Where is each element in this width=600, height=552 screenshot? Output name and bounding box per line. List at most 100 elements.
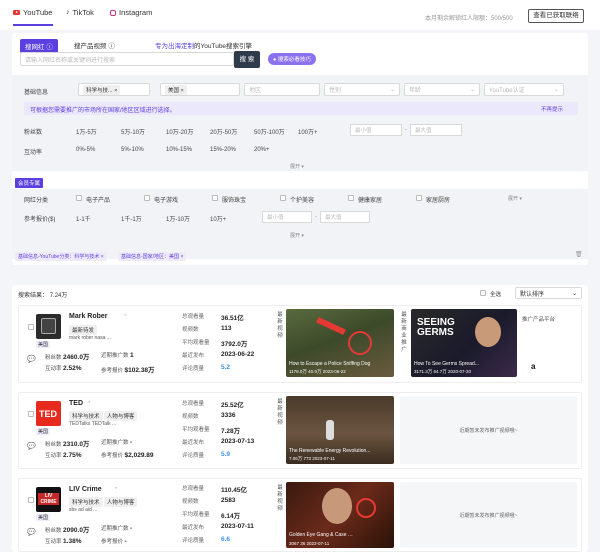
- influencer-category-label: 网红分类: [24, 198, 49, 204]
- dismiss-tip-button[interactable]: 不再提示: [541, 105, 563, 113]
- stat-label: 近期推广数: [101, 440, 129, 446]
- engagement-option[interactable]: 20%+: [254, 147, 270, 153]
- age-select[interactable]: 年龄 ⌄: [404, 83, 480, 96]
- fans-option[interactable]: 10万-20万: [166, 127, 193, 136]
- stat-label: 总观看量: [182, 314, 205, 320]
- video-meta: 3171.3万 64.7万 2020-07-20: [414, 369, 472, 374]
- tab-youtube[interactable]: YouTube: [13, 8, 52, 17]
- price-option[interactable]: 1-1千: [76, 214, 91, 223]
- sort-select[interactable]: 默认排序 ⌄: [515, 287, 582, 299]
- stat-label: 粉丝数: [45, 355, 62, 361]
- stat-label: 最近发布: [182, 440, 205, 446]
- channel-keywords: TEDTalks TEDTalk ...: [69, 421, 117, 427]
- fans-label: 粉丝数: [24, 130, 43, 136]
- active-filter-chip[interactable]: 基础信息-YouTube分类：科学与技术 ×: [15, 252, 107, 261]
- search-tips-pill[interactable]: ● 搜索必看技巧: [268, 53, 316, 65]
- country-flag: 美国: [36, 341, 51, 348]
- verified-icon: ◔: [87, 400, 91, 406]
- category-option[interactable]: 服饰珠宝: [222, 195, 246, 204]
- fans-option[interactable]: 50万-100万: [254, 127, 285, 136]
- region-select[interactable]: 地区: [244, 83, 320, 96]
- price-option[interactable]: 1万-10万: [166, 214, 190, 223]
- latest-video-thumbnail[interactable]: The Renewable Energy Revolution... 7.06万…: [286, 396, 394, 464]
- country-select[interactable]: 美国 ×: [160, 83, 240, 96]
- category-checkbox[interactable]: [212, 195, 218, 201]
- message-icon[interactable]: 💬: [27, 528, 36, 536]
- fans-min-input[interactable]: 最小值: [350, 124, 402, 136]
- stat-value: 2090.0万: [63, 527, 90, 534]
- promo-platform-label: 推广产品平台: [522, 317, 556, 323]
- stat-label: 评论质量: [182, 538, 205, 544]
- tab-search-product[interactable]: 搜产品视频 ⓘ: [74, 40, 115, 50]
- price-min-input[interactable]: 最小值: [262, 211, 312, 223]
- search-button[interactable]: 搜 索: [234, 51, 260, 68]
- channel-name[interactable]: LIV Crime: [69, 486, 102, 493]
- view-unlocked-button[interactable]: 查看已获取联络: [528, 9, 584, 23]
- speaker-shape: [326, 420, 334, 440]
- trash-icon[interactable]: 🗑: [575, 251, 583, 258]
- result-card[interactable]: Mark Rober ◔ 最新待发 mark rober nasa ... 美国…: [18, 305, 582, 383]
- youtube-cert-select[interactable]: YouTube认证 ⌄: [484, 83, 564, 96]
- latest-video-thumbnail[interactable]: How to Escape a Police Sniffing Dog 1178…: [286, 309, 394, 377]
- latest-promo-thumbnail[interactable]: SEEING GERMS How To See Germs Spread... …: [411, 309, 517, 377]
- fans-max-input[interactable]: 最大值: [410, 124, 462, 136]
- search-input[interactable]: 请输入网红名称或关键词进行搜索: [20, 52, 234, 66]
- message-icon[interactable]: 💬: [27, 442, 36, 450]
- fans-option[interactable]: 5万-10万: [121, 127, 145, 136]
- category-checkbox[interactable]: [144, 195, 150, 201]
- result-card[interactable]: LIV CRIME LIV Crime ◔ 科学与技术 人物与博客 sbs ad…: [18, 478, 582, 552]
- category-option[interactable]: 健康家居: [358, 195, 382, 204]
- gender-select[interactable]: 性别 ⌄: [324, 83, 400, 96]
- category-option[interactable]: 家居厨房: [426, 195, 450, 204]
- results-title: 搜索结果: [18, 293, 43, 299]
- stat-label: 视频数: [182, 414, 199, 420]
- engagement-option[interactable]: 10%-15%: [166, 147, 192, 153]
- price-max-input[interactable]: 最大值: [320, 211, 370, 223]
- video-title: How to Escape a Police Sniffing Dog: [289, 361, 371, 367]
- region-placeholder: 地区: [249, 88, 262, 94]
- category-checkbox[interactable]: [76, 195, 82, 201]
- fans-option[interactable]: 1万-5万: [76, 127, 97, 136]
- engagement-option[interactable]: 0%-5%: [76, 147, 95, 153]
- engagement-option[interactable]: 15%-20%: [210, 147, 236, 153]
- category-checkbox[interactable]: [280, 195, 286, 201]
- tab-search-influencer[interactable]: 搜网红 ⓘ: [20, 39, 58, 53]
- stat-value: -: [130, 439, 133, 446]
- channel-tag: 人物与博客: [103, 497, 138, 507]
- result-card[interactable]: TED TED ◔ 科学与技术 人物与博客 TEDTalks TEDTalk .…: [18, 392, 582, 469]
- channel-name[interactable]: TED: [69, 400, 83, 407]
- fans-option[interactable]: 100万+: [298, 127, 318, 136]
- expand-basic-button[interactable]: 展开 ▾: [290, 163, 304, 170]
- stat-value: 7.28万: [221, 428, 241, 435]
- category-checkbox[interactable]: [348, 195, 354, 201]
- active-filter-chip[interactable]: 基础信息-国家/地区：美国 ×: [118, 252, 187, 261]
- channel-tag: 科学与技术: [69, 497, 103, 507]
- price-option[interactable]: 10万+: [210, 214, 226, 223]
- results-count: 7.24万: [49, 293, 68, 299]
- engagement-option[interactable]: 5%-10%: [121, 147, 144, 153]
- card-checkbox[interactable]: [28, 411, 34, 417]
- expand-price-button[interactable]: 展开 ▾: [290, 232, 304, 239]
- fans-option[interactable]: 20万-50万: [210, 127, 237, 136]
- message-icon[interactable]: 💬: [27, 355, 36, 363]
- category-option[interactable]: 电子产品: [86, 195, 110, 204]
- expand-category-button[interactable]: 展开 ▾: [508, 195, 522, 202]
- price-option[interactable]: 1千-1万: [121, 214, 142, 223]
- tab-instagram[interactable]: Instagram: [110, 8, 152, 17]
- category-option[interactable]: 个护美容: [290, 195, 314, 204]
- category-checkbox[interactable]: [416, 195, 422, 201]
- tab-tiktok[interactable]: ♪ TikTok: [66, 8, 94, 17]
- channel-name[interactable]: Mark Rober: [69, 313, 108, 320]
- stat-value: $102.38万: [124, 367, 155, 374]
- category-select[interactable]: 科学与技... ×: [78, 83, 150, 96]
- card-checkbox[interactable]: [28, 324, 34, 330]
- country-flag: 美国: [36, 428, 51, 435]
- category-option[interactable]: 电子游戏: [154, 195, 178, 204]
- card-checkbox[interactable]: [28, 497, 34, 503]
- stat-value: 3792.0万: [221, 341, 248, 348]
- channel-tags: 科学与技术 人物与博客: [69, 411, 138, 421]
- video-title: Golden Eye Gang & Case …: [289, 532, 353, 538]
- fans-stat: 粉丝数 2310.0万: [45, 438, 89, 448]
- select-all-checkbox[interactable]: [480, 290, 486, 296]
- latest-video-thumbnail[interactable]: Golden Eye Gang & Case … 3067 36 2023-07…: [286, 482, 394, 548]
